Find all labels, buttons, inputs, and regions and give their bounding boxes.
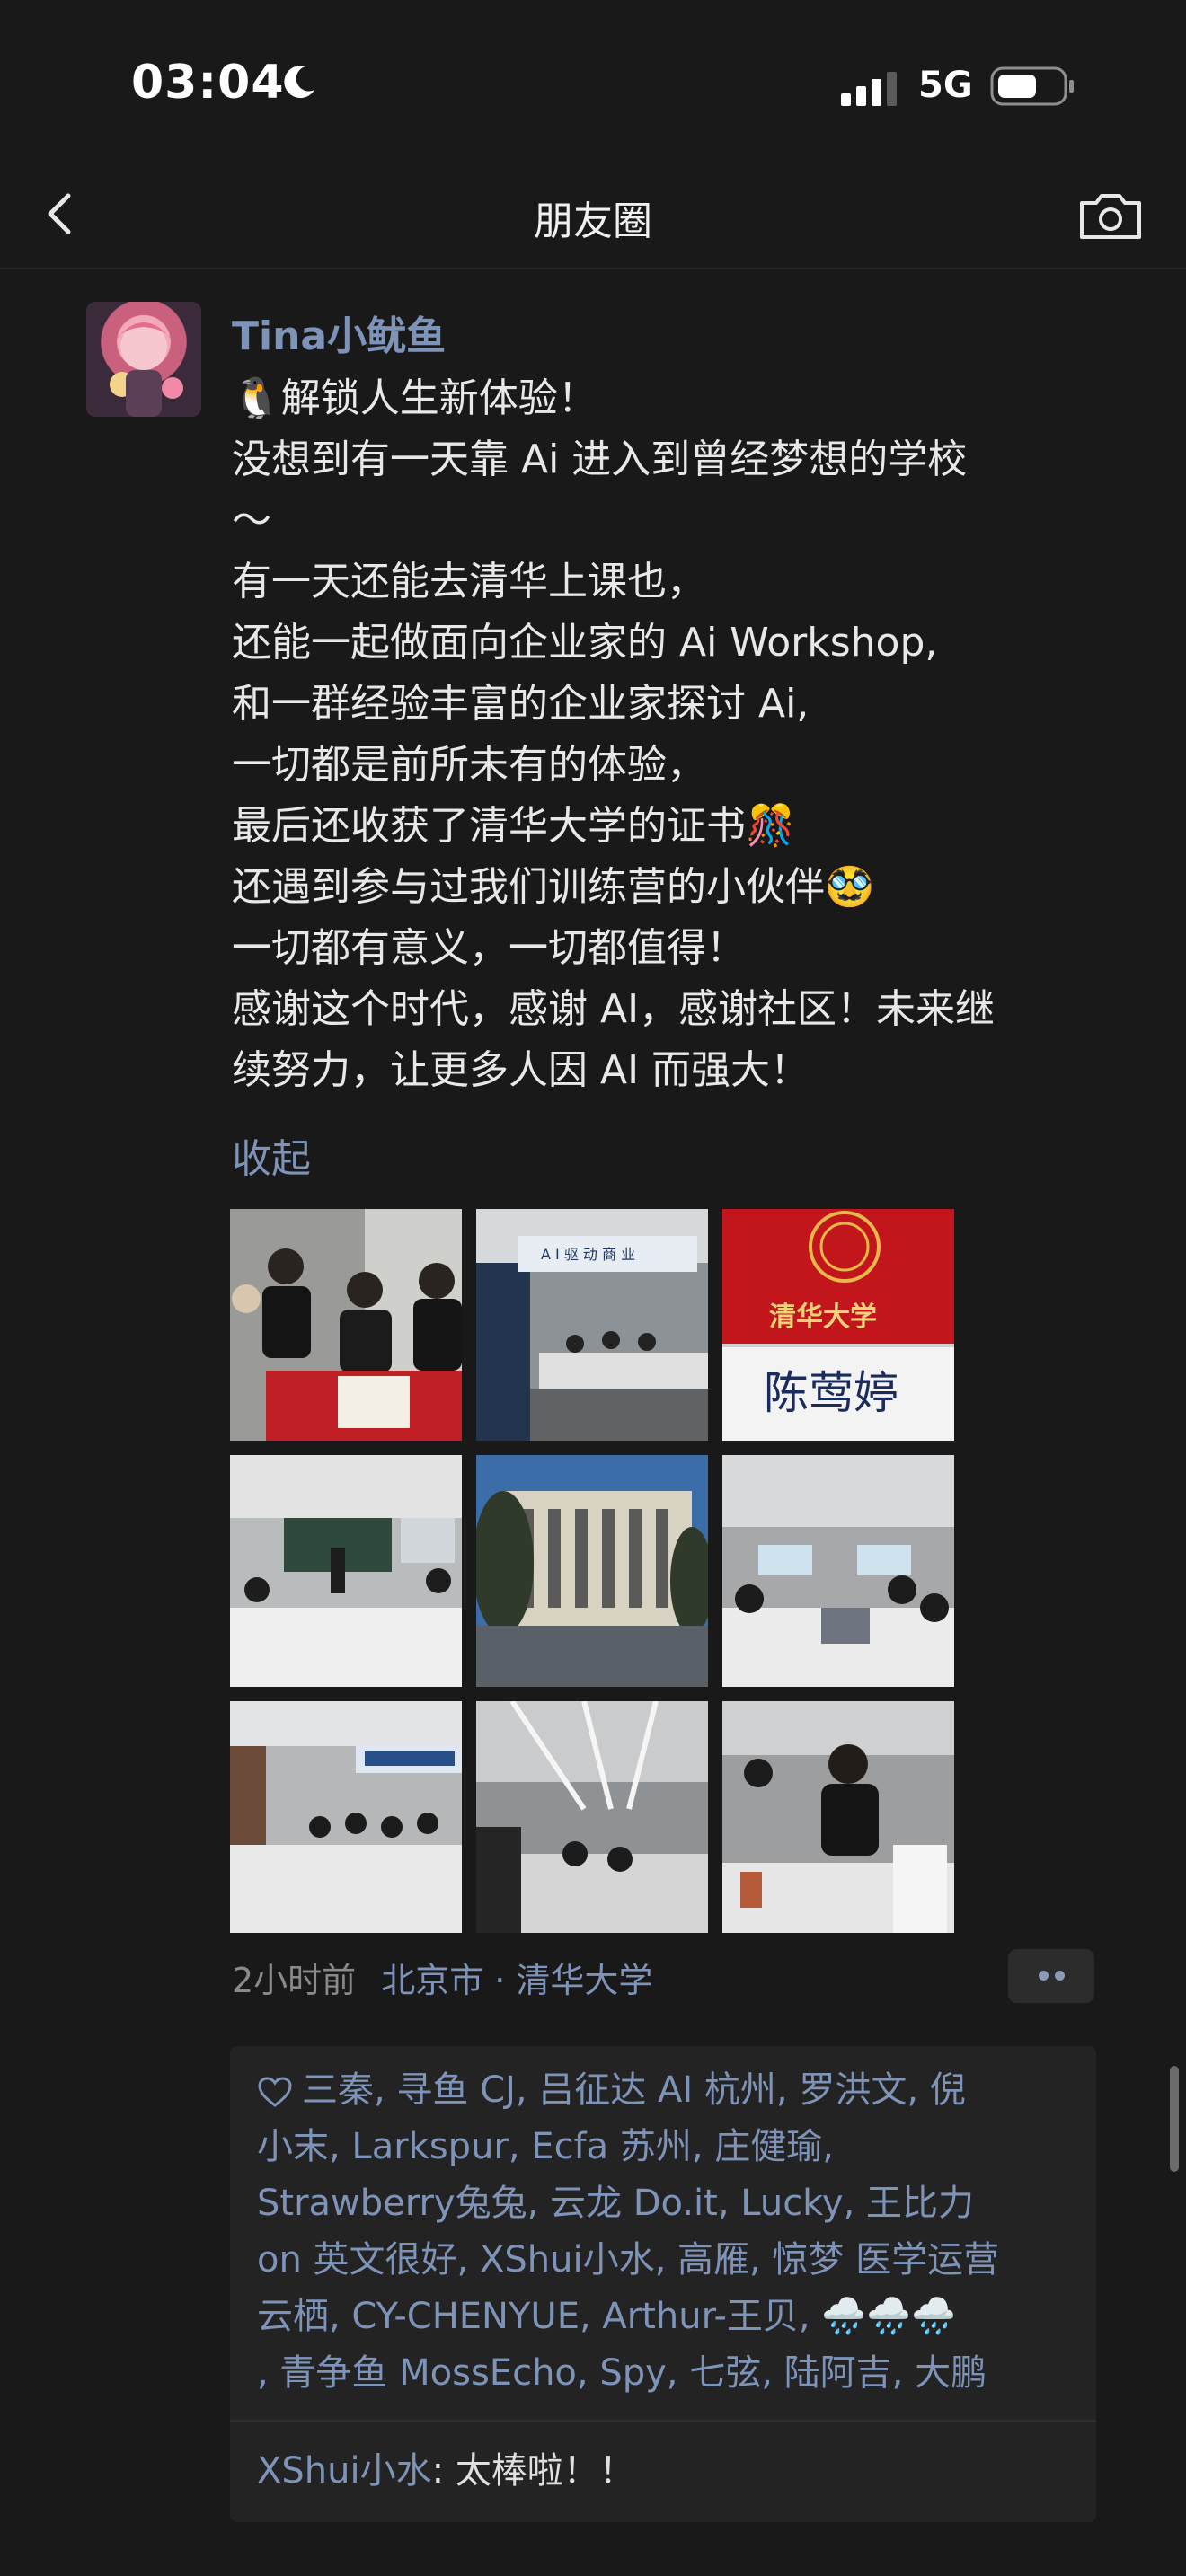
photo-classroom[interactable] (722, 1455, 954, 1687)
page-title: 朋友圈 (534, 198, 652, 244)
likes-list: 三秦, 寻鱼 CJ, 吕征达 AI 杭州, 罗洪文, 倪 小末, Larkspu… (257, 2062, 1084, 2402)
post-line: 还能一起做面向企业家的 Ai Workshop, (232, 620, 938, 666)
likes-names[interactable]: 三秦, 寻鱼 CJ, 吕征达 AI 杭州, 罗洪文, 倪 (302, 2069, 966, 2111)
post-line: 还遇到参与过我们训练营的小伙伴🥸 (232, 864, 874, 910)
photo-building[interactable] (476, 1455, 708, 1687)
post-line: 最后还收获了清华大学的证书🎊 (232, 803, 795, 849)
likes-line[interactable]: 小末, Larkspur, Ecfa 苏州, 庄健瑜, (257, 2119, 1084, 2175)
likes-line[interactable]: , 青争鱼 MossEcho, Spy, 七弦, 陆阿吉, 大鹏 (257, 2345, 1084, 2402)
photo-ai-banner[interactable] (230, 1701, 462, 1933)
photo-hall[interactable] (476, 1701, 708, 1933)
more-actions-button[interactable] (1008, 1949, 1094, 2003)
post-line: 🐧解锁人生新体验！ (232, 375, 597, 421)
comment-author[interactable]: XShui小水 (257, 2450, 432, 2492)
camera-icon[interactable] (1075, 187, 1146, 244)
post-time: 2小时前 (232, 1961, 357, 2000)
post-line: ～ (232, 498, 271, 543)
post-line: 有一天还能去清华上课也， (232, 559, 706, 604)
comment-text: 太棒啦！！ (455, 2450, 635, 2492)
svg-text:A I 驱 动 商 业: A I 驱 动 商 业 (541, 1246, 635, 1263)
post-line: 没想到有一天靠 Ai 进入到曾经梦想的学校 (232, 437, 968, 482)
post-line: 和一群经验丰富的企业家探讨 Ai, (232, 681, 810, 727)
comment-separator: : (431, 2450, 456, 2492)
navigation-bar: 朋友圈 (0, 162, 1186, 269)
photo-discussion[interactable] (722, 1701, 954, 1933)
likes-line[interactable]: Strawberry兔兔, 云龙 Do.it, Lucky, 王比力 (257, 2175, 1084, 2232)
post-author-name[interactable]: Tina小鱿鱼 (232, 304, 446, 361)
avatar[interactable] (86, 302, 201, 417)
post-line: 一切都是前所未有的体验， (232, 742, 706, 788)
divider (230, 2420, 1096, 2422)
cellular-signal-icon (841, 72, 897, 106)
photo-lecture[interactable] (230, 1455, 462, 1687)
likes-line[interactable]: on 英文很好, XShui小水, 高雁, 惊梦 医学运营 (257, 2232, 1084, 2289)
dot-icon (1055, 1971, 1065, 1981)
scrollbar[interactable] (1170, 2066, 1179, 2172)
status-bar: 03:04 5G (0, 0, 1186, 162)
post-location[interactable]: 北京市 · 清华大学 (381, 1961, 652, 2000)
network-type: 5G (918, 65, 973, 106)
card-name-text: 陈莺婷 (764, 1367, 898, 1419)
avatar-illustration (110, 322, 183, 417)
likes-comments-panel: 三秦, 寻鱼 CJ, 吕征达 AI 杭州, 罗洪文, 倪 小末, Larkspu… (230, 2046, 1096, 2522)
post-text: 🐧解锁人生新体验！ 没想到有一天靠 Ai 进入到曾经梦想的学校 ～ 有一天还能去… (232, 368, 1112, 1101)
collapse-link[interactable]: 收起 (232, 1126, 311, 1184)
comment-item[interactable]: XShui小水: 太棒啦！！ (257, 2441, 635, 2493)
heart-icon (258, 2077, 292, 2107)
likes-line: 三秦, 寻鱼 CJ, 吕征达 AI 杭州, 罗洪文, 倪 (257, 2062, 1084, 2119)
post-line: 续努力，让更多人因 AI 而强大！ (232, 1047, 810, 1093)
photo-name-card[interactable]: 清华大学 陈莺婷 (722, 1209, 954, 1441)
post-line: 感谢这个时代，感谢 AI，感谢社区！未来继 (232, 986, 996, 1032)
battery-icon (990, 66, 1074, 106)
photo-workshop-room[interactable]: A I 驱 动 商 业 (476, 1209, 708, 1441)
card-header-text: 清华大学 (769, 1301, 877, 1333)
post-meta: 2小时前 北京市 · 清华大学 (232, 1953, 652, 2002)
post-line: 一切都有意义，一切都值得！ (232, 925, 746, 971)
dot-icon (1039, 1971, 1049, 1981)
photo-group-certificate[interactable] (230, 1209, 462, 1441)
status-time: 03:04 (131, 56, 285, 110)
moon-icon (284, 66, 314, 99)
likes-line[interactable]: 云栖, CY-CHENYUE, Arthur-王贝, 🌧️🌧️🌧️ (257, 2289, 1084, 2345)
